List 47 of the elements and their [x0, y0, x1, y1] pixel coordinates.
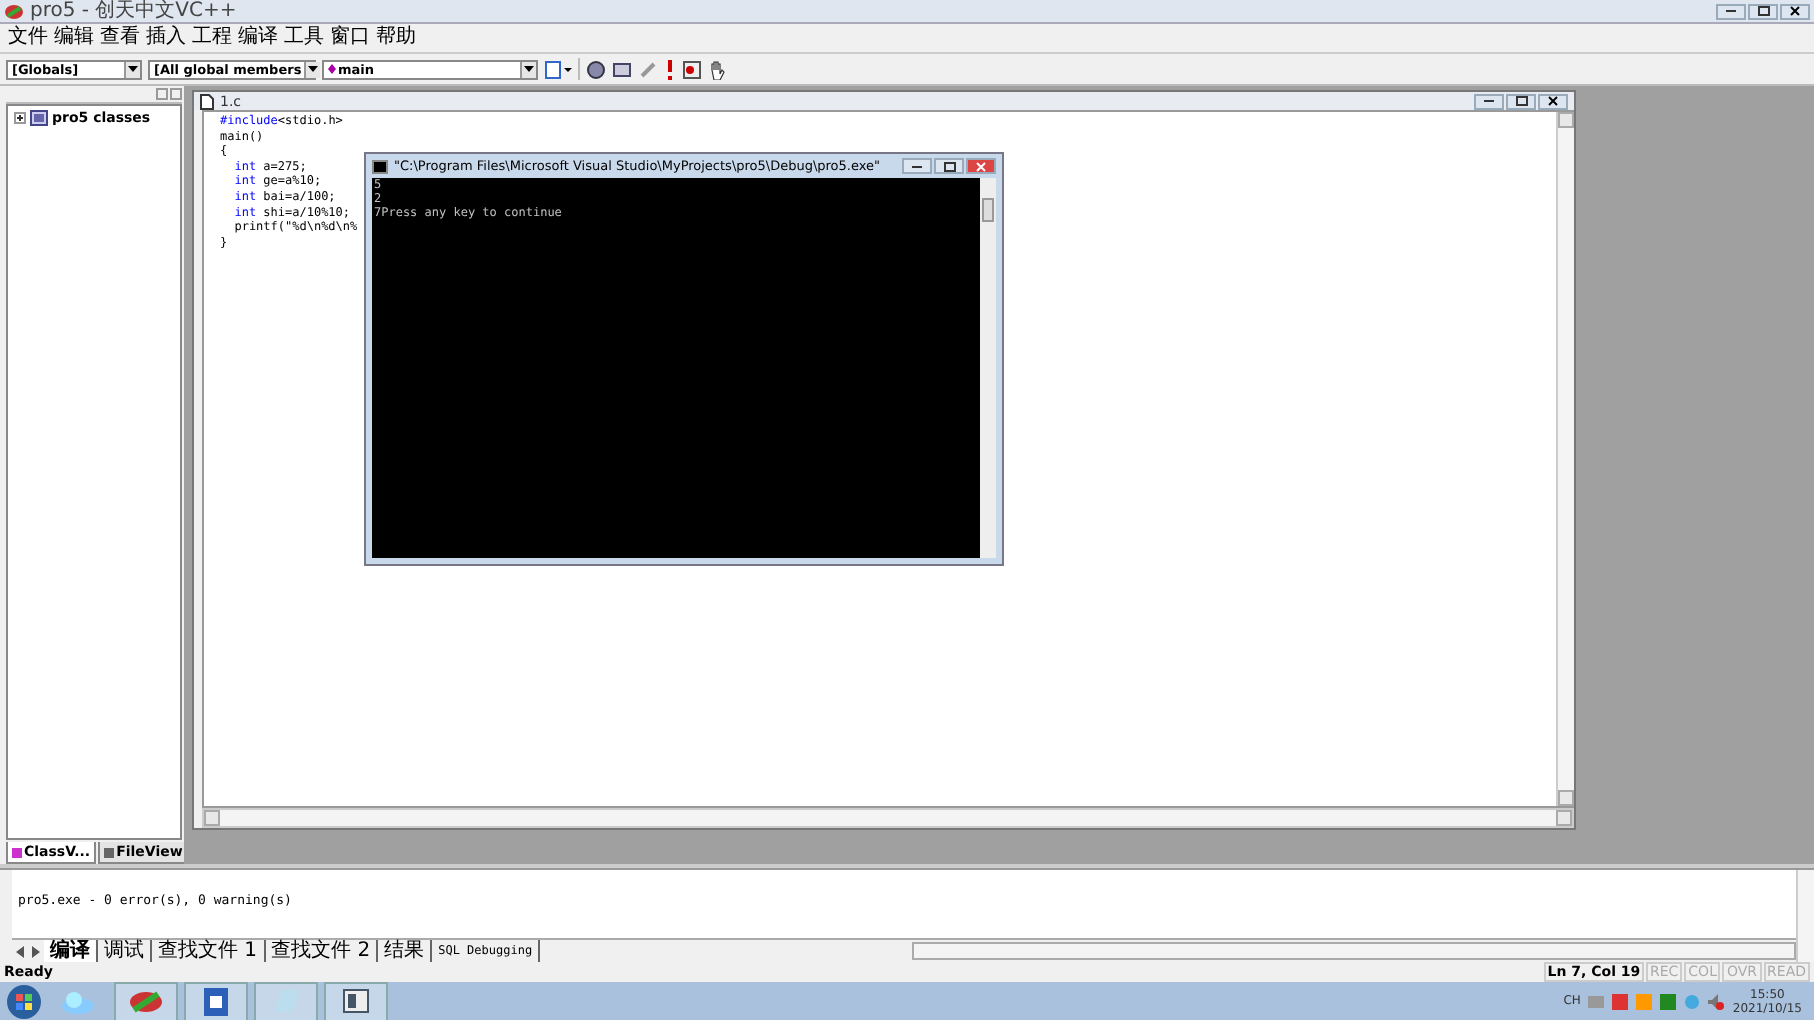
dropdown-arrow-button[interactable]	[303, 61, 320, 77]
expand-icon[interactable]	[14, 112, 26, 124]
vertical-scrollbar[interactable]	[980, 178, 996, 558]
vc-app-icon[interactable]	[114, 981, 178, 1020]
minimize-button[interactable]	[1716, 3, 1746, 19]
close-icon	[976, 161, 986, 171]
breakpoint-icon[interactable]	[682, 59, 702, 79]
close-button[interactable]	[1538, 93, 1568, 109]
close-icon	[1548, 96, 1558, 106]
minimize-button[interactable]	[902, 158, 932, 174]
dropdown-arrow-button[interactable]	[124, 61, 140, 77]
menu-item[interactable]: 编辑	[52, 26, 96, 50]
menu-item[interactable]: 工程	[190, 26, 234, 50]
app-logo-icon	[4, 3, 24, 19]
output-tab[interactable]: 编译	[44, 940, 98, 962]
menu-item[interactable]: 编译	[236, 26, 280, 50]
console-icon	[372, 159, 388, 173]
compile-icon[interactable]	[586, 59, 606, 79]
menu-item[interactable]: 帮助	[374, 26, 418, 50]
vertical-scrollbar[interactable]	[1556, 112, 1574, 806]
menu-item[interactable]: 文件	[6, 26, 50, 50]
horizontal-scrollbar[interactable]	[202, 808, 1574, 828]
menu-item[interactable]: 工具	[282, 26, 326, 50]
horizontal-scrollbar[interactable]	[912, 942, 1796, 960]
minimize-button[interactable]	[1474, 93, 1504, 109]
classes-icon	[30, 110, 48, 126]
build-icon[interactable]	[612, 59, 632, 79]
wizard-icon[interactable]	[544, 59, 572, 79]
exclamation-icon[interactable]	[664, 59, 676, 79]
tab-scroll-arrows-icon[interactable]	[16, 945, 40, 957]
vertical-scrollbar[interactable]	[1796, 870, 1814, 962]
close-button[interactable]	[1780, 3, 1810, 19]
menu-item[interactable]: 查看	[98, 26, 142, 50]
hand-icon[interactable]	[708, 59, 728, 79]
maximize-button[interactable]	[934, 158, 964, 174]
restore-button[interactable]	[1748, 3, 1778, 19]
dropdown-arrow-button[interactable]	[520, 61, 536, 77]
console-app-icon[interactable]	[324, 981, 388, 1020]
antivirus-icon[interactable]	[1612, 993, 1629, 1009]
menu-item[interactable]: 插入	[144, 26, 188, 50]
function-icon	[328, 64, 336, 74]
close-icon	[1790, 6, 1800, 16]
volume-muted-icon[interactable]	[1708, 993, 1725, 1009]
word-app-icon[interactable]	[184, 981, 248, 1020]
start-button[interactable]	[6, 983, 42, 1019]
maximize-button[interactable]	[1506, 93, 1536, 109]
menu-item[interactable]: 窗口	[328, 26, 372, 50]
